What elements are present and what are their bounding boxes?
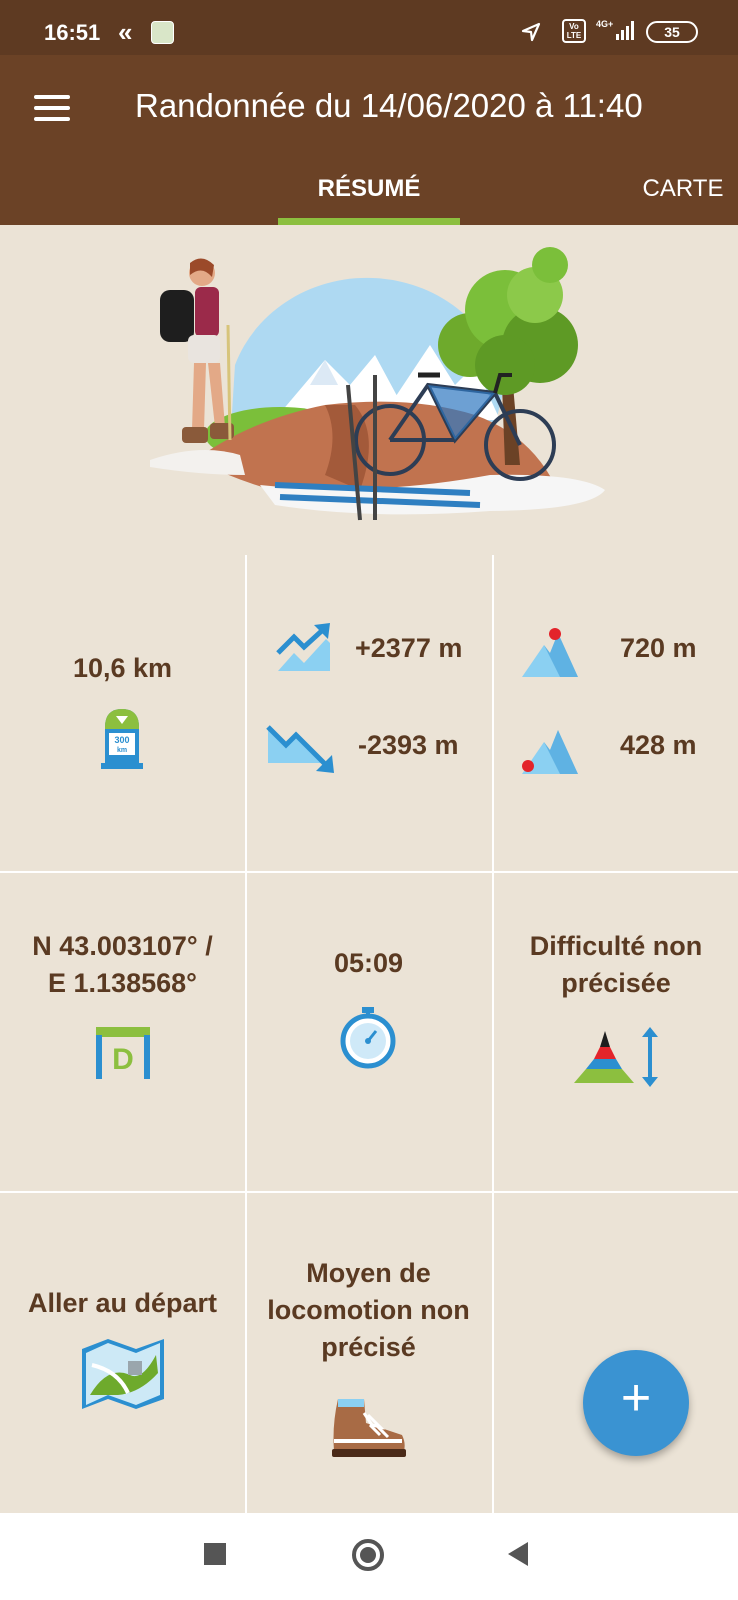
volte-icon: Vo LTE bbox=[562, 19, 586, 43]
distance-marker-icon: 300 km bbox=[101, 709, 143, 769]
elevation-gain-value: +2377 m bbox=[355, 633, 463, 663]
departure-flag-letter: D bbox=[112, 1043, 134, 1076]
status-bar: 16:51 « Vo LTE 4G+ 35 bbox=[0, 0, 738, 55]
difficulty-line1: Difficulté non bbox=[529, 931, 703, 961]
hero-illustration bbox=[150, 247, 605, 521]
locomotion-line1: Moyen de bbox=[306, 1258, 431, 1288]
duration-value: 05:09 bbox=[333, 948, 404, 978]
map-icon bbox=[82, 1339, 164, 1409]
status-icons: Vo LTE 4G+ 35 bbox=[508, 18, 698, 44]
mountain-base-icon bbox=[522, 730, 578, 774]
tab-indicator bbox=[278, 218, 460, 225]
hiking-boot-icon bbox=[332, 1399, 406, 1457]
grid-divider bbox=[0, 1191, 738, 1193]
distance-marker-top: 300 bbox=[114, 735, 129, 745]
stopwatch-icon bbox=[340, 1007, 396, 1069]
recent-apps-icon[interactable] bbox=[204, 1543, 226, 1565]
start-coords-line1: N 43.003107° / bbox=[32, 931, 213, 961]
locomotion-line2: locomotion non bbox=[267, 1295, 470, 1325]
back-icon[interactable] bbox=[506, 1540, 530, 1568]
status-notification-chevron: « bbox=[118, 17, 133, 47]
locomotion-line3: précisé bbox=[321, 1332, 416, 1362]
difficulty-mountain-icon bbox=[574, 1027, 658, 1087]
max-altitude-value: 720 m bbox=[620, 633, 697, 663]
app-icon bbox=[151, 21, 174, 44]
distance-marker-bottom: km bbox=[117, 747, 127, 754]
battery-icon: 35 bbox=[646, 21, 698, 43]
network-label: 4G+ bbox=[596, 19, 613, 29]
trend-down-icon bbox=[266, 725, 334, 773]
status-time: 16:51 bbox=[44, 20, 101, 45]
grid-divider bbox=[492, 555, 494, 1513]
min-altitude-value: 428 m bbox=[620, 730, 697, 760]
grid-divider bbox=[0, 871, 738, 873]
tab-resume[interactable]: RÉSUMÉ bbox=[278, 175, 460, 203]
signal-icon: 4G+ bbox=[596, 19, 634, 40]
app-root: 16:51 « Vo LTE 4G+ 35 Randonnée du 14/06… bbox=[0, 0, 738, 1600]
departure-flag-icon: D bbox=[96, 1027, 150, 1079]
tab-carte[interactable]: CARTE bbox=[628, 175, 738, 203]
hamburger-menu-icon[interactable] bbox=[34, 95, 70, 121]
elevation-loss-value: -2393 m bbox=[358, 730, 459, 760]
distance-value: 10,6 km bbox=[72, 653, 173, 683]
add-button[interactable]: + bbox=[583, 1350, 689, 1456]
location-icon bbox=[521, 22, 541, 42]
home-icon[interactable] bbox=[352, 1539, 384, 1571]
system-nav-bar bbox=[0, 1513, 738, 1600]
add-icon: + bbox=[620, 1369, 652, 1427]
page-title: Randonnée du 14/06/2020 à 11:40 bbox=[135, 87, 643, 124]
go-to-start-label: Aller au départ bbox=[27, 1288, 218, 1318]
mountain-summit-icon bbox=[522, 628, 578, 677]
app-bar: Randonnée du 14/06/2020 à 11:40 RÉSUMÉ C… bbox=[0, 55, 738, 225]
trend-up-icon bbox=[276, 623, 330, 671]
start-coords-line2: E 1.138568° bbox=[48, 968, 197, 998]
difficulty-line2: précisée bbox=[561, 968, 671, 998]
grid-divider bbox=[245, 555, 247, 1513]
